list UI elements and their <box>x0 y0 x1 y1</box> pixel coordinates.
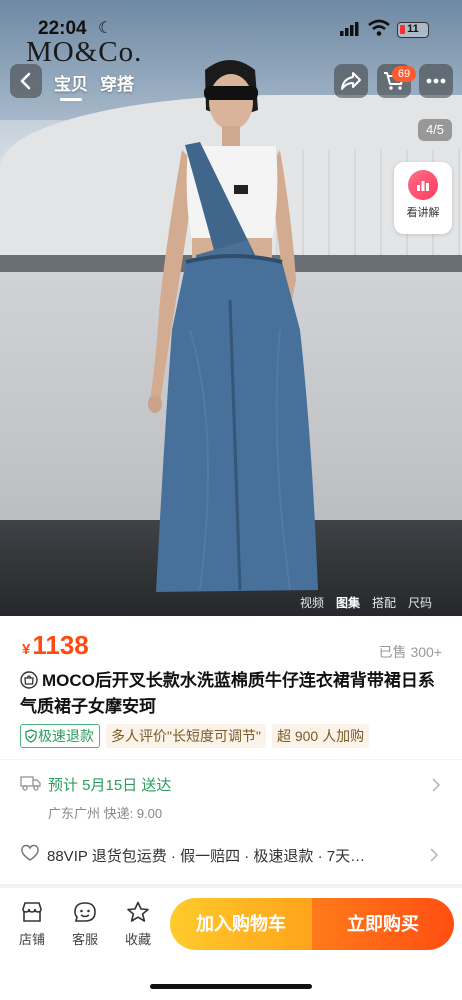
heart-icon <box>21 844 39 861</box>
star-icon <box>118 900 158 924</box>
battery-indicator: 11 <box>397 22 429 38</box>
customer-service-button[interactable]: 客服 <box>65 900 105 948</box>
product-title[interactable]: MOCO后开叉长款水洗蓝棉质牛仔连衣裙背带裙日系气质裙子女摩安珂 <box>20 668 444 720</box>
store-bag-icon <box>20 671 38 689</box>
delivery-eta: 预计 5月15日 送达 <box>48 777 172 794</box>
truck-icon <box>20 776 41 791</box>
product-tags: 极速退款 多人评价"长短度可调节" 超 900 人加购 <box>20 724 370 748</box>
media-tab-gallery[interactable]: 图集 <box>336 594 360 611</box>
shipping-origin: 广东广州 快递: 9.00 <box>48 806 163 821</box>
media-tab-size[interactable]: 尺码 <box>408 594 432 611</box>
currency-symbol: ¥ <box>22 641 31 658</box>
store-label: 店铺 <box>18 932 45 947</box>
home-indicator <box>150 984 312 989</box>
product-title-text: MOCO后开叉长款水洗蓝棉质牛仔连衣裙背带裙日系气质裙子女摩安珂 <box>20 671 435 716</box>
live-explain-button[interactable]: 看讲解 <box>394 162 452 234</box>
share-icon <box>341 72 361 90</box>
price: ¥1138 <box>22 630 89 661</box>
store-icon <box>12 900 52 924</box>
status-bar: 22:04 ☾ 11 <box>0 0 462 40</box>
store-button[interactable]: 店铺 <box>12 900 52 948</box>
cart-count-badge: 69 <box>392 66 416 82</box>
moon-icon: ☾ <box>98 20 113 37</box>
smile-chat-icon <box>65 900 105 924</box>
shield-check-icon <box>25 729 37 743</box>
service-guarantee-row[interactable]: 88VIP 退货包运费 · 假一赔四 · 极速退款 · 7天… <box>0 828 462 884</box>
chevron-left-icon <box>20 72 31 90</box>
media-tab-video[interactable]: 视频 <box>300 594 324 611</box>
shipping-row[interactable]: 预计 5月15日 送达 广东广州 快递: 9.00 <box>20 774 444 822</box>
tag-fast-refund-label: 极速退款 <box>38 728 94 744</box>
wifi-icon <box>368 19 390 36</box>
image-page-indicator: 4/5 <box>418 119 452 141</box>
bottom-action-bar: 店铺 客服 收藏 加入购物车 立即购买 <box>0 888 462 1000</box>
sold-count: 已售 300+ <box>378 644 442 660</box>
media-tab-outfit[interactable]: 搭配 <box>372 594 396 611</box>
tag-add-cart-count[interactable]: 超 900 人加购 <box>271 724 370 748</box>
tag-reviews[interactable]: 多人评价"长短度可调节" <box>106 724 266 748</box>
chevron-right-icon <box>430 848 438 862</box>
chevron-right-icon <box>432 778 440 792</box>
more-dots-icon <box>426 78 446 84</box>
more-button[interactable] <box>419 64 453 98</box>
chart-bars-icon <box>408 170 438 200</box>
back-button[interactable] <box>10 64 42 98</box>
tab-chuanda[interactable]: 穿搭 <box>100 70 134 95</box>
top-nav-tabs: 宝贝 穿搭 <box>54 70 134 101</box>
tag-fast-refund[interactable]: 极速退款 <box>20 724 100 748</box>
favorite-label: 收藏 <box>124 932 151 947</box>
tab-baobei[interactable]: 宝贝 <box>54 70 88 101</box>
buy-now-button[interactable]: 立即购买 <box>312 898 454 950</box>
brand-logo: MO&Co. <box>26 36 143 68</box>
product-image-gallery[interactable]: MO&Co. 22:04 ☾ 11 宝贝 穿搭 69 4/5 看讲解 视频 图集… <box>0 0 462 616</box>
media-tabs: 视频 图集 搭配 尺码 <box>300 594 432 611</box>
favorite-button[interactable]: 收藏 <box>118 900 158 948</box>
add-to-cart-button[interactable]: 加入购物车 <box>170 898 312 950</box>
live-explain-label: 看讲解 <box>406 207 440 219</box>
divider <box>0 759 462 760</box>
status-time: 22:04 <box>38 18 87 39</box>
customer-service-label: 客服 <box>71 932 98 947</box>
price-value: 1138 <box>32 630 89 660</box>
share-button[interactable] <box>334 64 368 98</box>
service-guarantee-text: 88VIP 退货包运费 · 假一赔四 · 极速退款 · 7天… <box>47 848 366 865</box>
signal-icon <box>340 22 359 36</box>
